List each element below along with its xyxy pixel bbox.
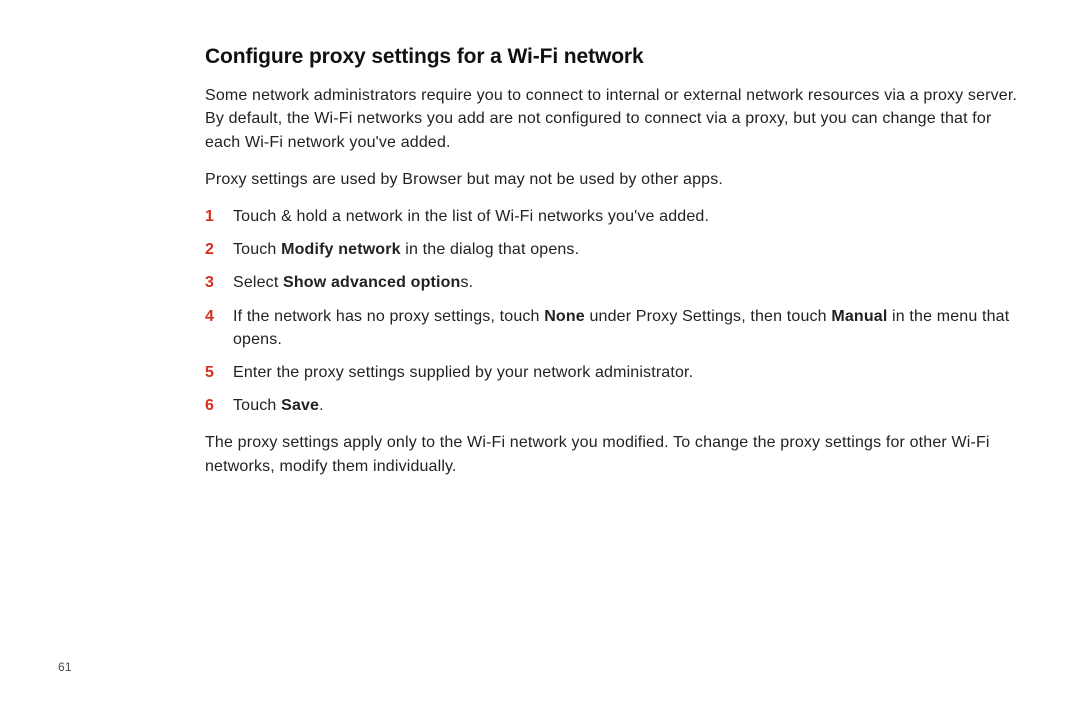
step-text-run: Enter the proxy settings supplied by you…	[233, 364, 693, 381]
step-item: 2Touch Modify network in the dialog that…	[205, 238, 1025, 261]
step-item: 3Select Show advanced options.	[205, 271, 1025, 294]
step-item: 4If the network has no proxy settings, t…	[205, 305, 1025, 351]
outro-paragraph: The proxy settings apply only to the Wi-…	[205, 431, 1025, 477]
step-text-run: Touch & hold a network in the list of Wi…	[233, 208, 709, 225]
step-item: 5Enter the proxy settings supplied by yo…	[205, 361, 1025, 384]
step-list: 1Touch & hold a network in the list of W…	[205, 205, 1025, 417]
step-text-run: under Proxy Settings, then touch	[585, 308, 831, 325]
step-text-bold: Modify network	[281, 241, 401, 258]
step-number: 3	[205, 271, 233, 294]
step-text-run: in the dialog that opens.	[401, 241, 580, 258]
step-text-run: .	[319, 397, 324, 414]
step-number: 4	[205, 305, 233, 351]
step-number: 6	[205, 394, 233, 417]
step-text: Touch & hold a network in the list of Wi…	[233, 205, 1025, 228]
step-text-bold: Show advanced option	[283, 274, 460, 291]
step-text: Touch Save.	[233, 394, 1025, 417]
step-text-run: Touch	[233, 241, 281, 258]
step-text: Select Show advanced options.	[233, 271, 1025, 294]
intro-paragraph-1: Some network administrators require you …	[205, 84, 1025, 154]
step-number: 5	[205, 361, 233, 384]
step-text-bold: Save	[281, 397, 319, 414]
step-number: 1	[205, 205, 233, 228]
step-text-bold: Manual	[831, 308, 887, 325]
step-text: Enter the proxy settings supplied by you…	[233, 361, 1025, 384]
document-page: Configure proxy settings for a Wi-Fi net…	[0, 0, 1080, 720]
step-number: 2	[205, 238, 233, 261]
step-item: 1Touch & hold a network in the list of W…	[205, 205, 1025, 228]
step-item: 6Touch Save.	[205, 394, 1025, 417]
step-text-run: If the network has no proxy settings, to…	[233, 308, 544, 325]
section-heading: Configure proxy settings for a Wi-Fi net…	[205, 44, 1025, 70]
step-text-run: s.	[460, 274, 473, 291]
step-text: If the network has no proxy settings, to…	[233, 305, 1025, 351]
step-text-run: Touch	[233, 397, 281, 414]
page-number: 61	[58, 660, 72, 674]
step-text: Touch Modify network in the dialog that …	[233, 238, 1025, 261]
step-text-bold: None	[544, 308, 585, 325]
intro-paragraph-2: Proxy settings are used by Browser but m…	[205, 168, 1025, 191]
step-text-run: Select	[233, 274, 283, 291]
